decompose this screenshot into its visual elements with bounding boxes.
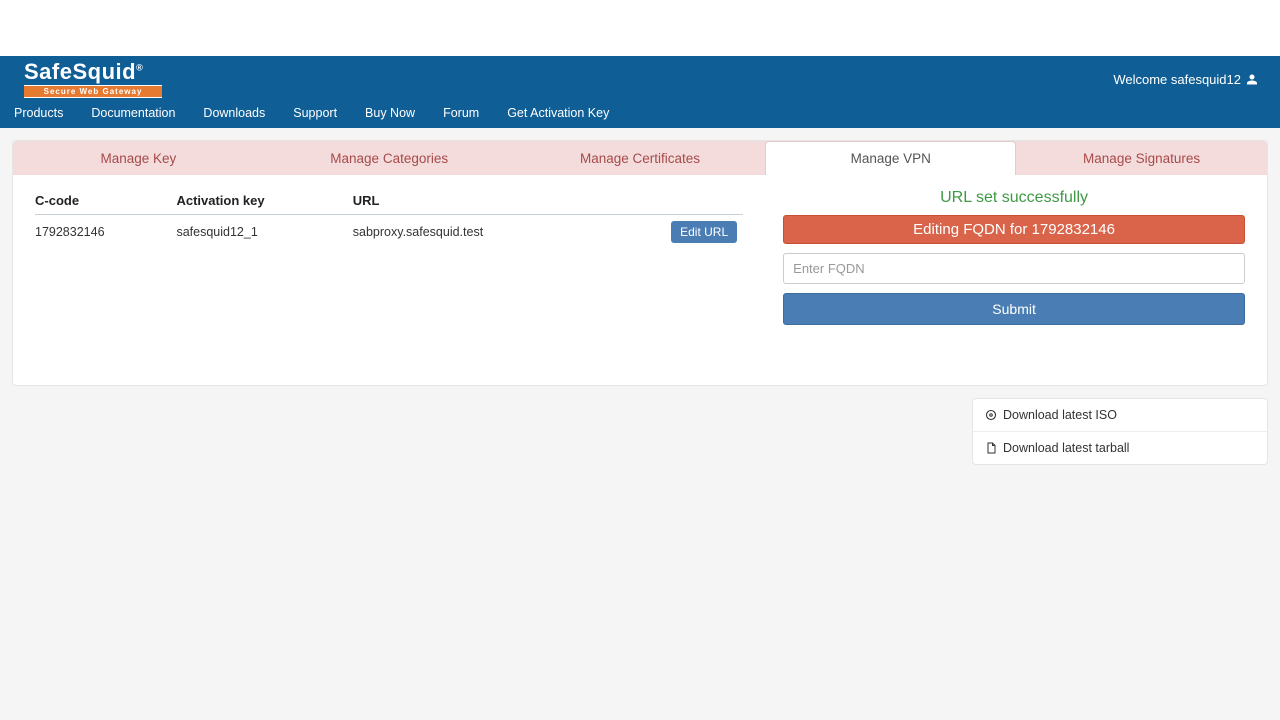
cell-url: sabproxy.safesquid.test [353, 215, 608, 250]
header-bar: SafeSquid® Secure Web Gateway Welcome sa… [0, 56, 1280, 128]
logo-reg-icon: ® [136, 63, 143, 73]
edit-url-button[interactable]: Edit URL [671, 221, 737, 243]
logo-subtitle: Secure Web Gateway [24, 85, 162, 98]
tab-manage-vpn[interactable]: Manage VPN [765, 141, 1016, 175]
downloads-panel: Download latest ISO Download latest tarb… [972, 398, 1268, 465]
main-panel: Manage Key Manage Categories Manage Cert… [12, 140, 1268, 386]
tab-manage-key[interactable]: Manage Key [13, 141, 264, 175]
download-iso-link[interactable]: Download latest ISO [973, 399, 1267, 431]
nav-products[interactable]: Products [14, 106, 63, 120]
tab-manage-categories[interactable]: Manage Categories [264, 141, 515, 175]
download-iso-label: Download latest ISO [1003, 408, 1117, 422]
primary-nav: Products Documentation Downloads Support… [12, 100, 1268, 128]
download-tarball-label: Download latest tarball [1003, 441, 1129, 455]
tab-manage-signatures[interactable]: Manage Signatures [1016, 141, 1267, 175]
table-row: 1792832146 safesquid12_1 sabproxy.safesq… [35, 215, 743, 250]
welcome-text: Welcome safesquid12 [1113, 72, 1241, 87]
vpn-table: C-code Activation key URL 1792832146 saf… [35, 189, 743, 249]
cell-ccode: 1792832146 [35, 215, 176, 250]
brand-logo[interactable]: SafeSquid® Secure Web Gateway [12, 61, 162, 98]
tab-manage-certificates[interactable]: Manage Certificates [515, 141, 766, 175]
nav-downloads[interactable]: Downloads [203, 106, 265, 120]
logo-word: SafeSquid [24, 59, 136, 84]
logo-main-text: SafeSquid® [24, 61, 162, 83]
nav-get-activation-key[interactable]: Get Activation Key [507, 106, 609, 120]
download-tarball-link[interactable]: Download latest tarball [973, 431, 1267, 464]
user-icon [1246, 73, 1258, 86]
nav-documentation[interactable]: Documentation [91, 106, 175, 120]
file-icon [985, 442, 997, 454]
col-ccode: C-code [35, 189, 176, 215]
nav-buy-now[interactable]: Buy Now [365, 106, 415, 120]
submit-button[interactable]: Submit [783, 293, 1245, 325]
tab-bar: Manage Key Manage Categories Manage Cert… [13, 141, 1267, 175]
fqdn-input[interactable] [783, 253, 1245, 284]
disc-icon [985, 409, 997, 421]
editing-banner: Editing FQDN for 1792832146 [783, 215, 1245, 244]
nav-support[interactable]: Support [293, 106, 337, 120]
col-url: URL [353, 189, 608, 215]
success-message: URL set successfully [940, 189, 1088, 207]
cell-activation-key: safesquid12_1 [176, 215, 352, 250]
top-blank-region [0, 0, 1280, 56]
welcome-user[interactable]: Welcome safesquid12 [1113, 72, 1268, 87]
col-activation-key: Activation key [176, 189, 352, 215]
nav-forum[interactable]: Forum [443, 106, 479, 120]
